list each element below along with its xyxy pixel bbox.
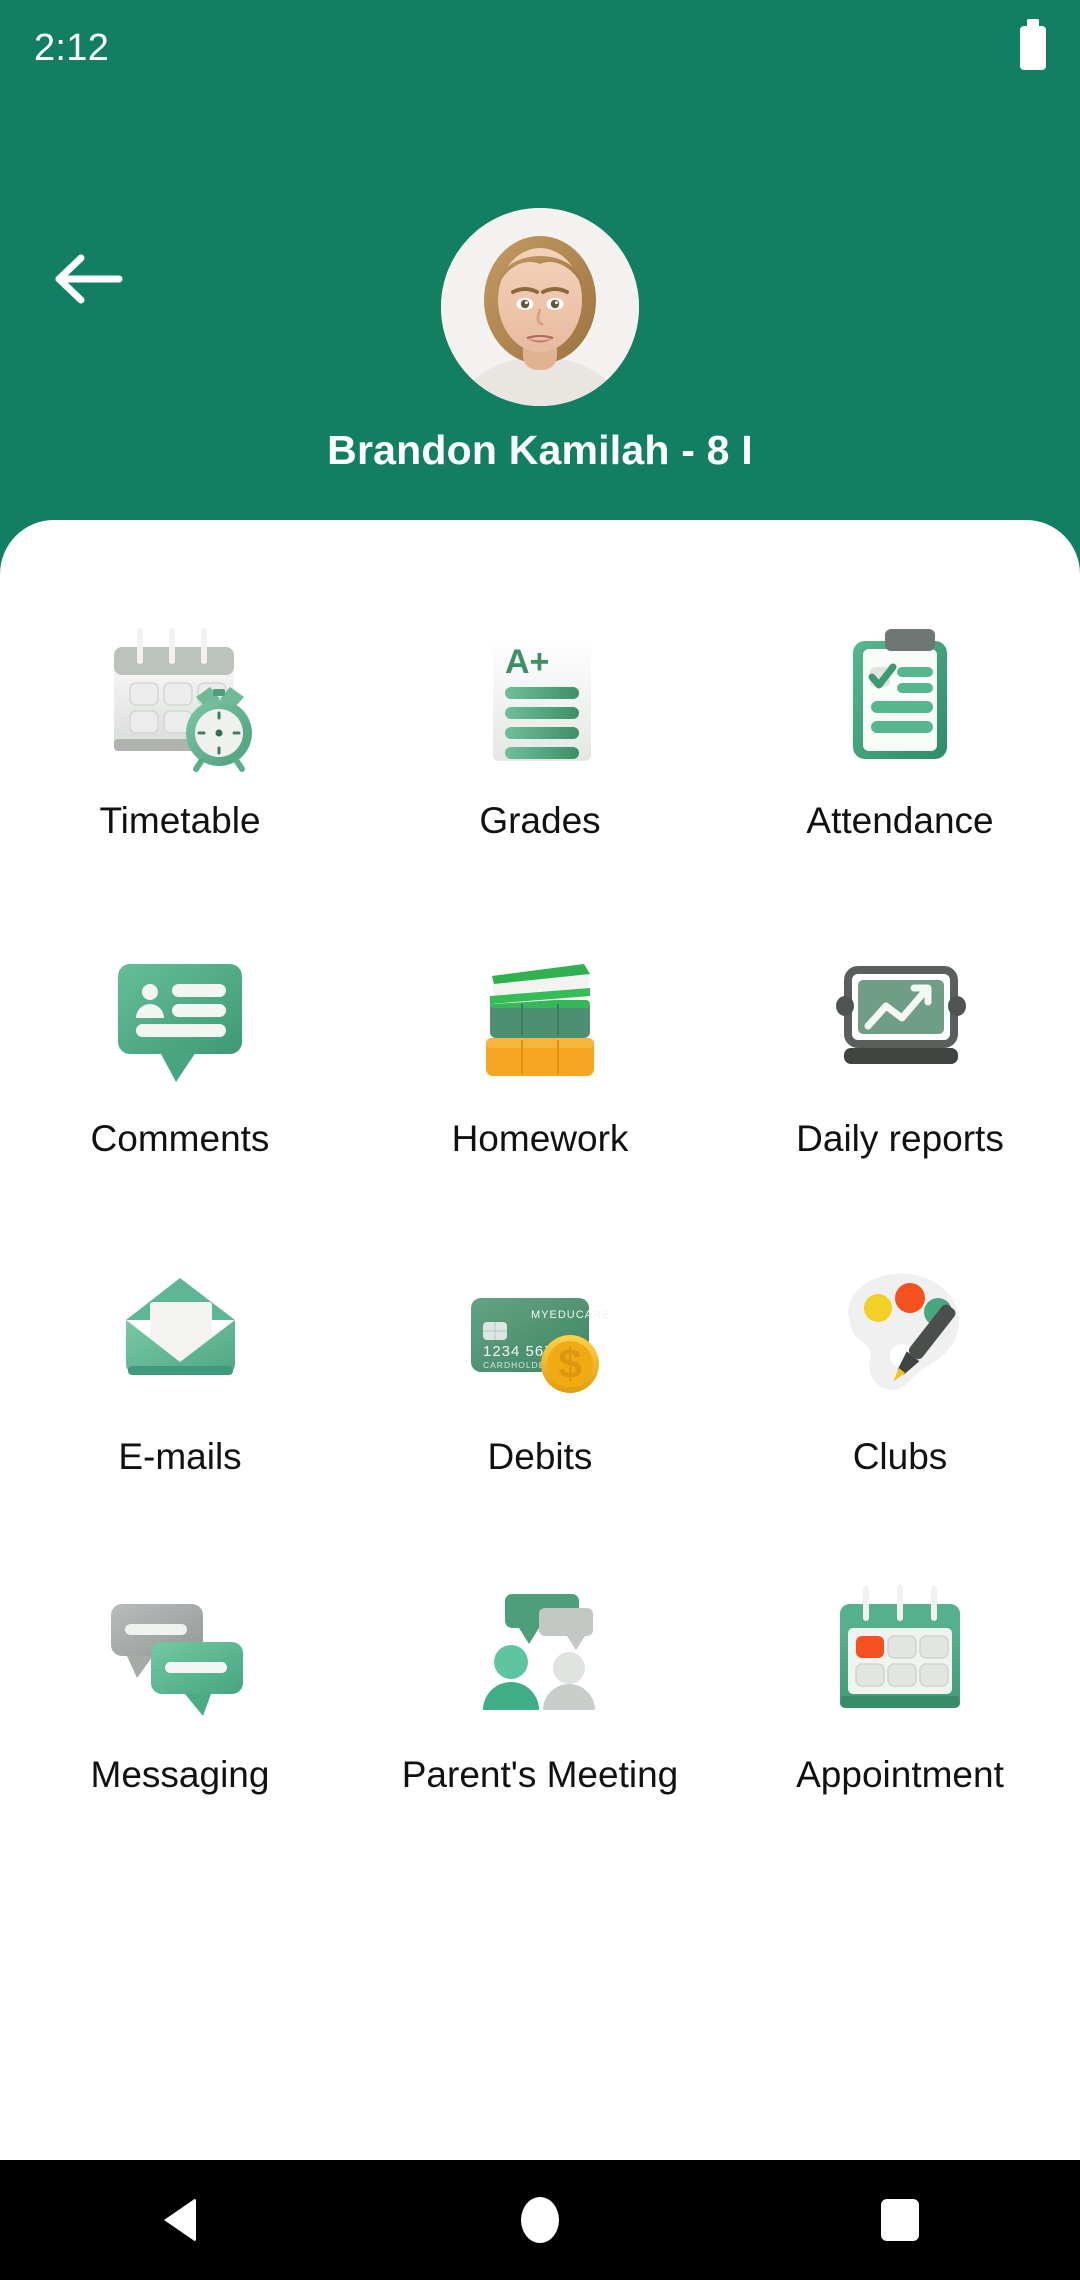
- book-stack-icon: [445, 930, 635, 1108]
- nav-recents-button[interactable]: [825, 2160, 975, 2280]
- menu-item-attendance[interactable]: Attendance: [720, 608, 1080, 926]
- nav-home-button[interactable]: [465, 2160, 615, 2280]
- open-envelope-icon: [85, 1248, 275, 1426]
- back-button[interactable]: [42, 232, 136, 326]
- menu-item-label: Grades: [479, 800, 601, 841]
- calendar-clock-icon: [85, 612, 275, 790]
- triangle-back-icon: [164, 2198, 196, 2242]
- speech-bubble-person-icon: [85, 930, 275, 1108]
- nav-back-button[interactable]: [105, 2160, 255, 2280]
- two-people-chat-icon: [445, 1566, 635, 1744]
- grade-mark-text: A+: [505, 643, 549, 681]
- laptop-chart-icon: [805, 930, 995, 1108]
- menu-item-homework[interactable]: Homework: [360, 926, 720, 1244]
- square-recents-icon: [881, 2199, 919, 2241]
- circle-home-icon: [521, 2197, 559, 2243]
- menu-item-debits[interactable]: MYEDUCARE 1234 5678 90 CARDHOLDER $ Debi…: [360, 1244, 720, 1562]
- menu-item-label: Messaging: [90, 1754, 270, 1795]
- menu-item-grades[interactable]: A+ Grades: [360, 608, 720, 926]
- status-bar: 2:12: [0, 0, 1080, 96]
- menu-item-label: Clubs: [852, 1436, 948, 1477]
- android-nav-bar: [0, 2160, 1080, 2280]
- page-title: Brandon Kamilah - 8 I: [327, 427, 753, 473]
- menu-item-label: Parent's Meeting: [401, 1754, 679, 1795]
- menu-item-label: Homework: [451, 1118, 629, 1159]
- menu-item-messaging[interactable]: Messaging: [0, 1562, 360, 1880]
- menu-item-parents-meeting[interactable]: Parent's Meeting: [360, 1562, 720, 1880]
- menu-item-label: E-mails: [118, 1436, 242, 1477]
- menu-item-emails[interactable]: E-mails: [0, 1244, 360, 1562]
- menu-item-appointment[interactable]: Appointment: [720, 1562, 1080, 1880]
- menu-item-label: Debits: [487, 1436, 593, 1477]
- menu-item-label: Appointment: [796, 1754, 1004, 1795]
- menu-item-label: Comments: [90, 1118, 270, 1159]
- student-avatar-image: [441, 208, 639, 406]
- calendar-day-icon: [805, 1566, 995, 1744]
- clipboard-check-icon: [805, 612, 995, 790]
- menu-item-label: Attendance: [806, 800, 994, 841]
- credit-card-coin-icon: MYEDUCARE 1234 5678 90 CARDHOLDER $: [445, 1248, 635, 1426]
- menu-item-comments[interactable]: Comments: [0, 926, 360, 1244]
- menu-item-timetable[interactable]: Timetable: [0, 608, 360, 926]
- status-time: 2:12: [34, 26, 110, 69]
- content-sheet: Timetable A+ Grades Attendance Comments …: [0, 520, 1080, 2160]
- menu-item-clubs[interactable]: Clubs: [720, 1244, 1080, 1562]
- menu-grid: Timetable A+ Grades Attendance Comments …: [0, 608, 1080, 1880]
- menu-item-label: Daily reports: [796, 1118, 1004, 1159]
- menu-item-daily-reports[interactable]: Daily reports: [720, 926, 1080, 1244]
- battery-full-icon: [1020, 19, 1046, 70]
- arrow-left-icon: [55, 254, 123, 304]
- chat-bubbles-icon: [85, 1566, 275, 1744]
- menu-item-label: Timetable: [99, 800, 261, 841]
- grade-paper-a-plus-icon: A+: [445, 612, 635, 790]
- phone-screen: Brandon Kamilah - 8 I Timetable A+ Grade…: [0, 0, 1080, 2280]
- card-brand-text: MYEDUCARE: [531, 1309, 610, 1321]
- paint-palette-icon: [805, 1248, 995, 1426]
- avatar[interactable]: [441, 208, 639, 406]
- dollar-sign-icon: $: [558, 1340, 581, 1387]
